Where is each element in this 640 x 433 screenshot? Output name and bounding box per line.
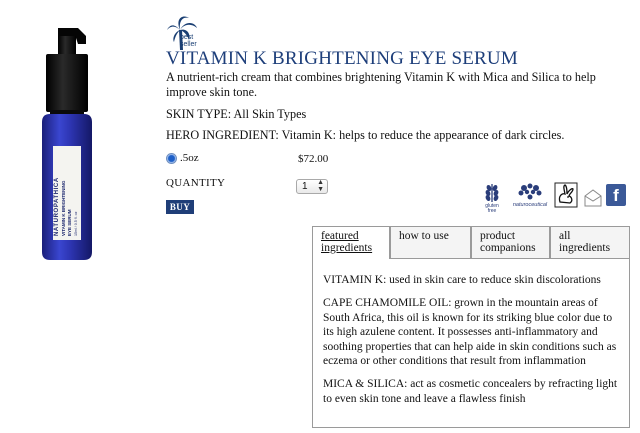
- tab-label: product: [480, 230, 516, 242]
- tab-label: how to use: [399, 230, 449, 242]
- hero-ingredient-text: HERO INGREDIENT: Vitamin K: helps to red…: [166, 128, 565, 142]
- ingredient-text: VITAMIN K: used in skin care to reduce s…: [323, 274, 601, 286]
- tab-how-to-use[interactable]: how to use: [390, 226, 471, 258]
- tab-label: companions: [480, 242, 536, 254]
- tab-label: ingredients: [321, 242, 373, 254]
- ingredient-text: MICA & SILICA: act as cosmetic concealer…: [323, 378, 618, 405]
- tab-label: ingredients: [559, 242, 611, 254]
- gluten-free-icon: gluten free: [485, 184, 499, 212]
- product-description: A nutrient-rich cream that combines brig…: [166, 70, 596, 99]
- tab-featured-ingredients[interactable]: featured ingredients: [312, 226, 390, 259]
- price: $72.00: [298, 153, 329, 165]
- svg-text:VITAMIN K BRIGHTENING: VITAMIN K BRIGHTENING: [61, 180, 66, 236]
- tab-label: all: [559, 230, 571, 242]
- svg-text:EYE SERUM: EYE SERUM: [67, 209, 72, 236]
- svg-text:free: free: [488, 208, 497, 212]
- buy-button[interactable]: BUY: [166, 200, 194, 214]
- stepper-arrows-icon: ▲ ▼: [317, 179, 324, 193]
- quantity-value: 1: [302, 181, 308, 192]
- best-seller-badge: best seller: [180, 34, 197, 48]
- svg-text:15ml / 0.5 fl. oz: 15ml / 0.5 fl. oz: [74, 211, 78, 236]
- facebook-icon[interactable]: f: [606, 184, 626, 206]
- email-icon[interactable]: [583, 188, 603, 208]
- svg-text:NATUROPATHICA: NATUROPATHICA: [54, 177, 60, 236]
- naturoceutical-icon: naturoceutical: [513, 183, 548, 208]
- tab-label: featured: [321, 230, 359, 242]
- tab-all-ingredients[interactable]: all ingredients: [550, 226, 630, 258]
- ingredient-text: CAPE CHAMOMILE OIL: grown in the mountai…: [323, 297, 617, 367]
- tab-product-companions[interactable]: product companions: [471, 226, 550, 258]
- product-title: VITAMIN K BRIGHTENING EYE SERUM: [166, 48, 518, 69]
- size-radio-button[interactable]: [166, 153, 177, 164]
- svg-text:naturoceutical: naturoceutical: [513, 202, 548, 208]
- size-label: .5oz: [180, 152, 199, 164]
- skin-type-text: SKIN TYPE: All Skin Types: [166, 107, 307, 121]
- product-bottle-image: NATUROPATHICA VITAMIN K BRIGHTENING EYE …: [42, 28, 92, 260]
- cruelty-free-bunny-icon: [554, 182, 578, 208]
- quantity-select[interactable]: 1 ▲ ▼: [296, 179, 328, 194]
- quantity-label: QUANTITY: [166, 177, 226, 189]
